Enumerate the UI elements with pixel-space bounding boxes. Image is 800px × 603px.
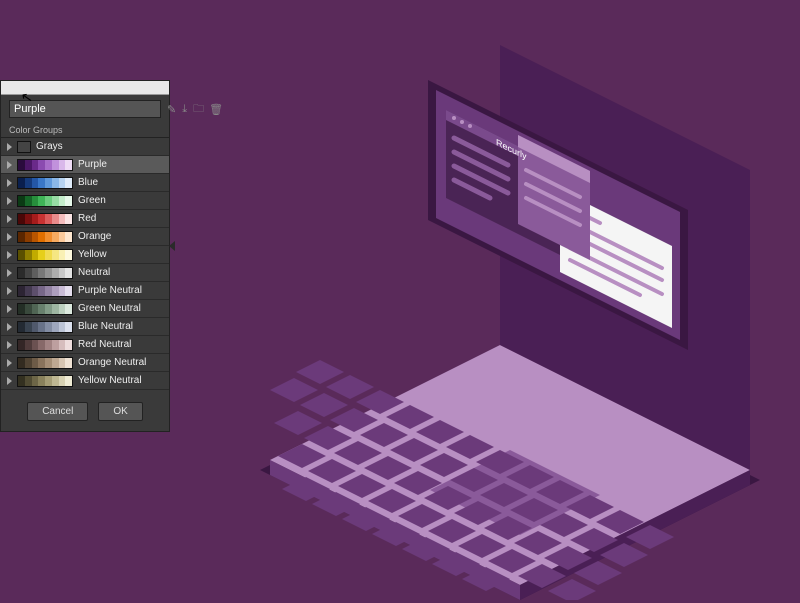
swatch [17, 141, 31, 153]
group-label: Purple [78, 159, 107, 170]
expand-icon[interactable] [7, 305, 12, 313]
expand-icon[interactable] [7, 233, 12, 241]
color-group-row[interactable]: Orange [1, 228, 169, 246]
ok-button[interactable]: OK [98, 402, 142, 421]
group-label: Blue Neutral [78, 321, 133, 332]
color-group-row[interactable]: Grays [1, 138, 169, 156]
expand-icon[interactable] [7, 341, 12, 349]
group-label: Orange [78, 231, 111, 242]
flyout-arrow-icon[interactable] [169, 241, 175, 251]
color-group-row[interactable]: Neutral [1, 264, 169, 282]
color-groups-panel: ↖ ✎ ⤓ 🗀 🗑 Color Groups GraysPurpleBlueGr… [0, 80, 170, 432]
swatch-strip [17, 177, 73, 189]
group-label: Grays [36, 141, 63, 152]
expand-icon[interactable] [7, 215, 12, 223]
export-icon[interactable]: ⤓ [182, 103, 187, 115]
expand-icon[interactable] [7, 143, 12, 151]
section-label: Color Groups [1, 123, 169, 137]
group-label: Yellow [78, 249, 107, 260]
expand-icon[interactable] [7, 287, 12, 295]
cursor-icon: ↖ [20, 88, 35, 107]
cancel-button[interactable]: Cancel [27, 402, 88, 421]
color-group-list: Grays Purple Blue Green Red Orange Yellow Neutr… [1, 137, 169, 390]
button-row: Cancel OK [1, 390, 169, 431]
color-group-row[interactable]: Yellow Neutral [1, 372, 169, 390]
expand-icon[interactable] [7, 179, 12, 187]
color-group-row[interactable]: Green Neutral [1, 300, 169, 318]
swatch-strip [17, 339, 73, 351]
color-group-row[interactable]: Yellow [1, 246, 169, 264]
color-group-row[interactable]: Red Neutral [1, 336, 169, 354]
expand-icon[interactable] [7, 197, 12, 205]
expand-icon[interactable] [7, 359, 12, 367]
group-label: Green [78, 195, 106, 206]
group-label: Neutral [78, 267, 110, 278]
swatch-strip [17, 303, 73, 315]
color-group-row[interactable]: Purple Neutral [1, 282, 169, 300]
delete-icon[interactable]: 🗑 [210, 103, 222, 115]
expand-icon[interactable] [7, 377, 12, 385]
swatch-strip [17, 249, 73, 261]
group-label: Orange Neutral [78, 357, 146, 368]
group-label: Red [78, 213, 96, 224]
expand-icon[interactable] [7, 161, 12, 169]
group-label: Blue [78, 177, 98, 188]
swatch-strip [17, 321, 73, 333]
swatch-strip [17, 375, 73, 387]
swatch-strip [17, 231, 73, 243]
color-group-row[interactable]: Red [1, 210, 169, 228]
color-group-row[interactable]: Blue [1, 174, 169, 192]
expand-icon[interactable] [7, 269, 12, 277]
laptop-illustration: Recurly [240, 40, 780, 600]
color-group-row[interactable]: Blue Neutral [1, 318, 169, 336]
swatch-strip [17, 285, 73, 297]
folder-icon[interactable]: 🗀 [193, 103, 204, 115]
swatch-strip [17, 213, 73, 225]
color-group-row[interactable]: Orange Neutral [1, 354, 169, 372]
color-group-row[interactable]: Purple [1, 156, 169, 174]
group-label: Green Neutral [78, 303, 141, 314]
swatch-strip [17, 267, 73, 279]
swatch-strip [17, 159, 73, 171]
panel-titlebar[interactable]: ↖ [1, 81, 169, 95]
expand-icon[interactable] [7, 323, 12, 331]
group-label: Yellow Neutral [78, 375, 142, 386]
group-label: Purple Neutral [78, 285, 142, 296]
group-label: Red Neutral [78, 339, 131, 350]
swatch-strip [17, 357, 73, 369]
swatch-strip [17, 195, 73, 207]
expand-icon[interactable] [7, 251, 12, 259]
color-group-row[interactable]: Green [1, 192, 169, 210]
edit-icon[interactable]: ✎ [167, 103, 176, 115]
